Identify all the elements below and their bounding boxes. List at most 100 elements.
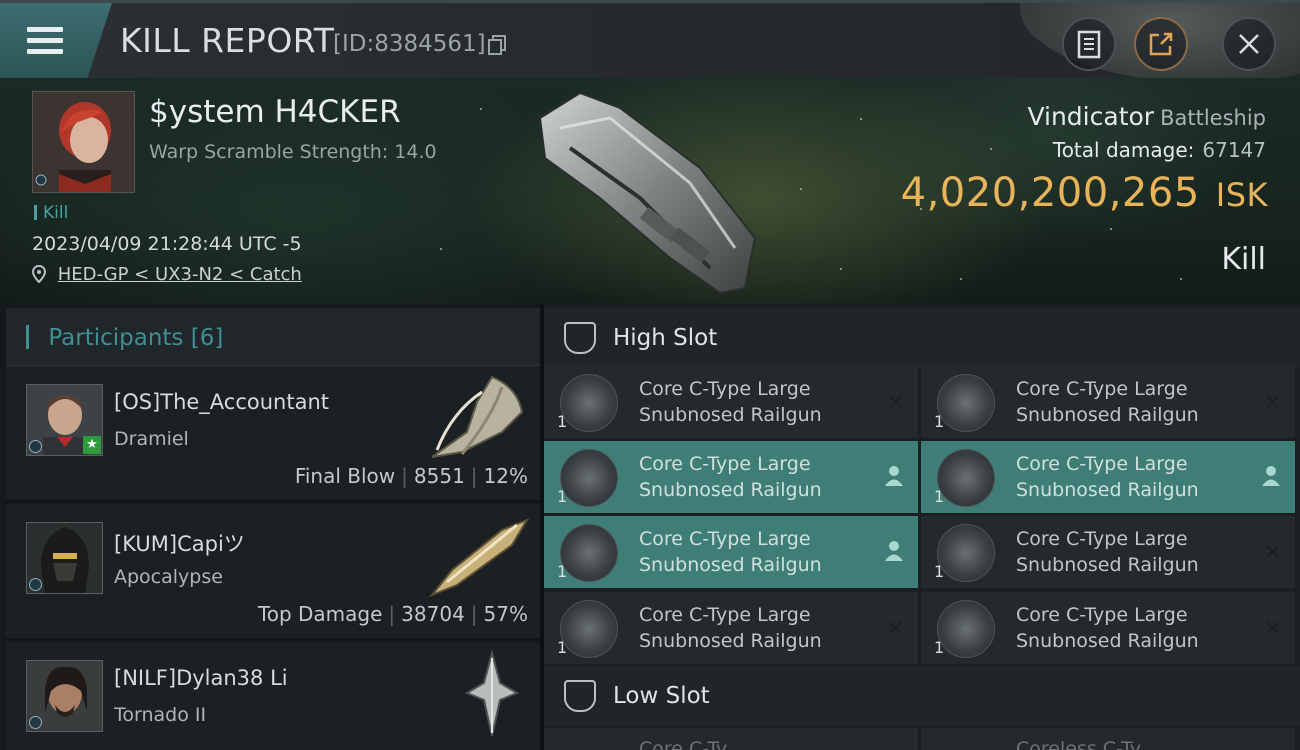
participant-damage: 38704	[401, 602, 465, 626]
kill-timestamp: 2023/04/09 21:28:44 UTC -5	[32, 233, 302, 255]
hamburger-icon	[27, 27, 63, 55]
module-slot[interactable]: 1 Core C-Type Large Snubnosed Railgun ✕	[921, 516, 1295, 588]
module-quantity: 1	[557, 412, 568, 431]
module-slot[interactable]: 1 Core C-Type Large Snubnosed Railgun ✕	[544, 592, 918, 664]
total-damage: Total damage: 67147	[1053, 138, 1266, 162]
isk-unit: ISK	[1215, 176, 1268, 214]
victim-avatar	[33, 92, 134, 192]
clipboard-icon	[1077, 30, 1101, 59]
kill-location: HED-GP < UX3-N2 < Catch	[31, 264, 302, 285]
total-damage-label: Total damage:	[1052, 138, 1195, 162]
railgun-icon	[560, 374, 618, 432]
participant-damage: 8551	[413, 464, 465, 488]
participant-role: Final Blow	[294, 464, 396, 488]
module-name: Core C-Type Large Snubnosed Railgun	[1016, 453, 1199, 501]
high-slot-header: High Slot	[544, 308, 1300, 368]
module-slot[interactable]: 1 Core C-Type Large Snubnosed Railgun ✕	[921, 592, 1295, 664]
participant-row[interactable]: ★ [OS]The_Accountant Dramiel Final Blow |…	[6, 366, 540, 502]
destroyed-icon: ✕	[1264, 616, 1281, 640]
participant-stats: Top Damage | 38704 | 57%	[257, 602, 528, 626]
total-damage-value: 67147	[1202, 138, 1266, 162]
low-slot-icon	[564, 680, 596, 712]
warp-scramble-strength: Warp Scramble Strength: 14.0	[149, 141, 437, 163]
destroyed-icon: ✕	[887, 616, 904, 640]
module-slot[interactable]: 1 Core C-Type Large Snubnosed Railgun	[921, 441, 1295, 513]
high-slot-label: High Slot	[613, 325, 718, 351]
module-slot[interactable]: 1 Core C-Type Large Snubnosed Railgun	[544, 516, 918, 588]
participant-name: [KUM]Capiツ	[114, 532, 245, 556]
railgun-icon	[560, 524, 618, 582]
railgun-icon	[937, 600, 995, 658]
railgun-icon	[937, 374, 995, 432]
module-quantity: 1	[934, 487, 945, 506]
participant-ship: Dramiel	[114, 428, 189, 450]
module-slot[interactable]: 1 Core C-Type Large Snubnosed Railgun ✕	[921, 366, 1295, 438]
module-quantity: 1	[934, 412, 945, 431]
participants-title: Participants [6]	[26, 325, 223, 351]
participant-ship: Apocalypse	[114, 566, 223, 588]
module-name: Core C-Type Large Snubnosed Railgun	[639, 378, 822, 426]
close-button[interactable]	[1222, 17, 1276, 71]
module-slot[interactable]: 1 Core C-Type Large Snubnosed Railgun ✕	[544, 366, 918, 438]
location-pin-icon	[31, 264, 47, 284]
report-button[interactable]	[1062, 17, 1116, 71]
participant-percent: 12%	[483, 464, 528, 488]
participant-percent: 57%	[483, 602, 528, 626]
participant-avatar: ★	[26, 384, 103, 456]
copy-icon[interactable]	[488, 35, 506, 55]
person-icon	[1262, 466, 1280, 486]
top-bar: KILL REPORT [ID:8384561]	[0, 0, 1300, 81]
participants-panel: Participants [6] ★ [OS]The_Accountant Dr…	[0, 304, 540, 750]
victim-ship[interactable]: Vindicator Battleship	[1027, 102, 1266, 131]
module-name: Core C-Type Large Snubnosed Railgun	[639, 453, 822, 501]
module-quantity: 1	[557, 487, 568, 506]
module-slot[interactable]: Core C-Ty	[544, 728, 918, 750]
participant-name: [NILF]Dylan38 Li	[114, 666, 288, 690]
participant-row[interactable]: [NILF]Dylan38 Li Tornado II	[6, 642, 540, 750]
participant-ship-image	[464, 649, 520, 737]
victim-name[interactable]: $ystem H4CKER	[149, 94, 401, 130]
participant-row[interactable]: [KUM]Capiツ Apocalypse Top Damage | 38704 | 5…	[6, 504, 540, 640]
participant-role: Top Damage	[257, 602, 383, 626]
isk-amount: 4,020,200,265	[900, 170, 1200, 216]
module-quantity: 1	[934, 562, 945, 581]
module-slot[interactable]: Coreless C-Ty	[921, 728, 1295, 750]
participants-label: Participants	[48, 325, 184, 351]
victim-portrait[interactable]	[32, 91, 135, 193]
person-icon	[885, 541, 903, 561]
corp-icon	[29, 716, 42, 729]
corp-icon	[29, 440, 42, 453]
module-quantity: 1	[557, 638, 568, 657]
module-name: Core C-Type Large Snubnosed Railgun	[1016, 528, 1199, 576]
module-name: Core C-Type Large Snubnosed Railgun	[1016, 378, 1199, 426]
module-slot[interactable]: 1 Core C-Type Large Snubnosed Railgun	[544, 441, 918, 513]
destroyed-icon: ✕	[1264, 390, 1281, 414]
location-link[interactable]: HED-GP < UX3-N2 < Catch	[58, 264, 302, 285]
fitting-panel: High Slot 1 Core C-Type Large Snubnosed R…	[544, 304, 1300, 750]
kill-result: Kill	[1221, 242, 1266, 277]
participants-count: [6]	[190, 325, 224, 351]
module-name: Core C-Type Large Snubnosed Railgun	[1016, 604, 1199, 652]
module-name: Core C-Type Large Snubnosed Railgun	[639, 604, 822, 652]
share-button[interactable]	[1134, 17, 1188, 71]
railgun-icon	[937, 524, 995, 582]
report-id: [ID:8384561]	[333, 31, 486, 57]
participants-header: Participants [6]	[6, 308, 540, 366]
railgun-icon	[560, 449, 618, 507]
module-quantity: 1	[934, 638, 945, 657]
destroyed-icon: ✕	[1264, 540, 1281, 564]
isk-value: 4,020,200,265 ISK	[901, 170, 1268, 216]
victim-banner: $ystem H4CKER Warp Scramble Strength: 14…	[0, 78, 1300, 304]
kill-tag: Kill	[34, 203, 68, 223]
participant-avatar	[26, 660, 103, 732]
participant-ship: Tornado II	[114, 704, 207, 726]
railgun-icon	[937, 449, 995, 507]
share-icon	[1149, 32, 1173, 56]
module-quantity: 1	[557, 562, 568, 581]
victim-ship-image[interactable]	[520, 88, 770, 298]
low-slot-label: Low Slot	[613, 683, 710, 709]
module-name: Core C-Type Large Snubnosed Railgun	[639, 528, 822, 576]
participant-avatar	[26, 522, 103, 594]
module-name: Core C-Ty	[639, 738, 728, 750]
menu-button[interactable]	[0, 3, 112, 78]
